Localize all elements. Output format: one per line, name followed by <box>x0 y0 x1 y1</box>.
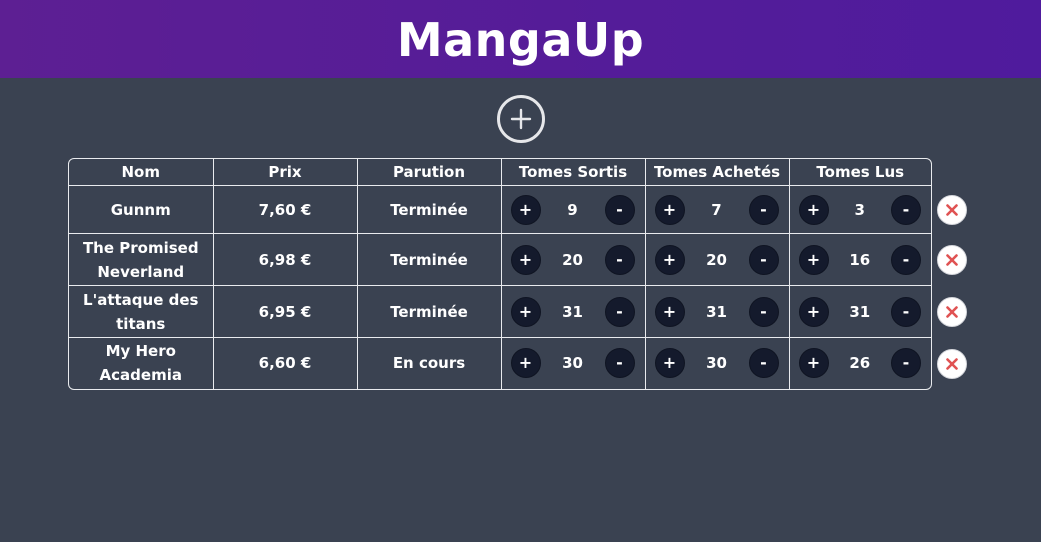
column-header-prix: Prix <box>212 159 358 186</box>
cell-tomes-sortis: +30 - <box>500 337 646 389</box>
tomes-sortis-value: 9 <box>567 200 578 219</box>
table-header-row: Nom Prix Parution Tomes Sortis Tomes Ach… <box>69 159 931 186</box>
cell-prix: 6,98 € <box>212 233 358 286</box>
cell-nom: My Hero Academia <box>69 337 214 389</box>
tomes-achetes-decrement-button[interactable]: - <box>748 244 779 275</box>
tomes-sortis-stepper: +20 - <box>502 244 645 275</box>
cell-parution: Terminée <box>356 233 502 286</box>
tomes-achetes-stepper: +7 - <box>646 194 789 225</box>
tomes-sortis-value: 31 <box>562 302 583 321</box>
app-header: MangaUp <box>0 0 1041 78</box>
tomes-sortis-decrement-button[interactable]: - <box>604 296 635 327</box>
tomes-sortis-decrement-button[interactable]: - <box>604 194 635 225</box>
cell-tomes-achetes: +7 - <box>644 185 790 234</box>
cell-tomes-achetes: +20 - <box>644 233 790 286</box>
cell-tomes-lus: +31 - <box>788 285 932 338</box>
cell-tomes-achetes: +30 - <box>644 337 790 389</box>
tomes-achetes-increment-button[interactable]: + <box>654 194 685 225</box>
cell-tomes-sortis: +20 - <box>500 233 646 286</box>
table-row: My Hero Academia 6,60 € En cours +30- +30- +2… <box>69 337 932 389</box>
tomes-lus-value: 16 <box>849 250 871 269</box>
tomes-sortis-value: 30 <box>562 354 583 373</box>
tomes-sortis-increment-button[interactable]: + <box>510 244 541 275</box>
tomes-achetes-increment-button[interactable]: + <box>654 296 685 327</box>
tomes-lus-decrement-button[interactable]: - <box>891 244 921 275</box>
tomes-sortis-increment-button[interactable]: + <box>510 194 541 225</box>
cell-tomes-achetes: +31 - <box>644 285 790 338</box>
tomes-achetes-increment-button[interactable]: + <box>654 348 685 379</box>
tomes-lus-increment-button[interactable]: + <box>798 296 829 327</box>
close-icon <box>946 254 958 266</box>
delete-row-button[interactable] <box>937 195 967 225</box>
cell-nom: Gunnm <box>69 185 214 234</box>
column-header-tomes-achetes: Tomes Achetés <box>644 159 790 186</box>
tomes-lus-stepper: +3 - <box>790 194 932 225</box>
tomes-lus-stepper: +26 - <box>790 348 932 379</box>
cell-prix: 6,95 € <box>212 285 358 338</box>
manga-table: Nom Prix Parution Tomes Sortis Tomes Ach… <box>68 158 932 390</box>
tomes-sortis-stepper: +9 - <box>502 194 645 225</box>
cell-parution: En cours <box>356 337 502 389</box>
cell-tomes-lus: +3 - <box>788 185 932 234</box>
tomes-sortis-stepper: +30 - <box>502 348 645 379</box>
close-icon <box>946 204 958 216</box>
tomes-achetes-value: 20 <box>706 250 727 269</box>
cell-tomes-sortis: +31 - <box>500 285 646 338</box>
plus-icon <box>510 108 532 130</box>
cell-tomes-lus: +16 - <box>788 233 932 286</box>
tomes-achetes-value: 7 <box>711 200 722 219</box>
cell-parution: Terminée <box>356 285 502 338</box>
delete-row-button[interactable] <box>937 348 967 379</box>
tomes-achetes-increment-button[interactable]: + <box>654 244 685 275</box>
app-title: MangaUp <box>396 12 645 67</box>
delete-row-button[interactable] <box>937 297 967 327</box>
tomes-achetes-decrement-button[interactable]: - <box>748 194 779 225</box>
cell-nom: L'attaque des titans <box>69 285 214 338</box>
tomes-sortis-decrement-button[interactable]: - <box>604 348 635 379</box>
tomes-lus-value: 3 <box>854 200 865 219</box>
close-icon <box>946 306 958 318</box>
tomes-lus-value: 31 <box>849 302 871 321</box>
tomes-achetes-value: 30 <box>706 354 727 373</box>
tomes-achetes-value: 31 <box>706 302 727 321</box>
tomes-achetes-stepper: +31 - <box>646 296 789 327</box>
close-icon <box>946 357 958 370</box>
tomes-lus-value: 26 <box>849 354 871 373</box>
tomes-sortis-increment-button[interactable]: + <box>510 296 541 327</box>
tomes-achetes-stepper: +20 - <box>646 244 789 275</box>
tomes-lus-stepper: +31 - <box>790 296 932 327</box>
tomes-lus-increment-button[interactable]: + <box>798 348 829 379</box>
tomes-lus-decrement-button[interactable]: - <box>891 296 921 327</box>
tomes-achetes-stepper: +30 - <box>646 348 789 379</box>
table-row: The Promised Neverland 6,98 € Terminée +20 -… <box>69 233 932 286</box>
tomes-lus-increment-button[interactable]: + <box>798 244 829 275</box>
table-row: L'attaque des titans 6,95 € Terminée +31- +3… <box>69 285 932 338</box>
column-header-tomes-sortis: Tomes Sortis <box>500 159 646 186</box>
tomes-sortis-increment-button[interactable]: + <box>510 348 541 379</box>
add-manga-button[interactable] <box>497 95 545 143</box>
tomes-achetes-decrement-button[interactable]: - <box>748 348 779 379</box>
cell-tomes-sortis: +9 - <box>500 185 646 234</box>
column-header-nom: Nom <box>69 159 214 186</box>
cell-prix: 7,60 € <box>212 185 358 234</box>
tomes-lus-increment-button[interactable]: + <box>798 194 829 225</box>
table-row: Gunnm 7,60 € Terminée +9- +7- +3- <box>69 185 932 234</box>
tomes-lus-decrement-button[interactable]: - <box>891 348 921 379</box>
column-header-parution: Parution <box>356 159 502 186</box>
tomes-lus-decrement-button[interactable]: - <box>891 194 921 225</box>
tomes-lus-stepper: +16 - <box>790 244 932 275</box>
cell-tomes-lus: +26 - <box>788 337 932 389</box>
tomes-sortis-value: 20 <box>562 250 583 269</box>
tomes-sortis-stepper: +31 - <box>502 296 645 327</box>
tomes-achetes-decrement-button[interactable]: - <box>748 296 779 327</box>
column-header-tomes-lus: Tomes Lus <box>788 159 931 186</box>
tomes-sortis-decrement-button[interactable]: - <box>604 244 635 275</box>
cell-parution: Terminée <box>356 185 502 234</box>
cell-prix: 6,60 € <box>212 337 358 389</box>
delete-row-button[interactable] <box>937 245 967 275</box>
cell-nom: The Promised Neverland <box>69 233 214 286</box>
